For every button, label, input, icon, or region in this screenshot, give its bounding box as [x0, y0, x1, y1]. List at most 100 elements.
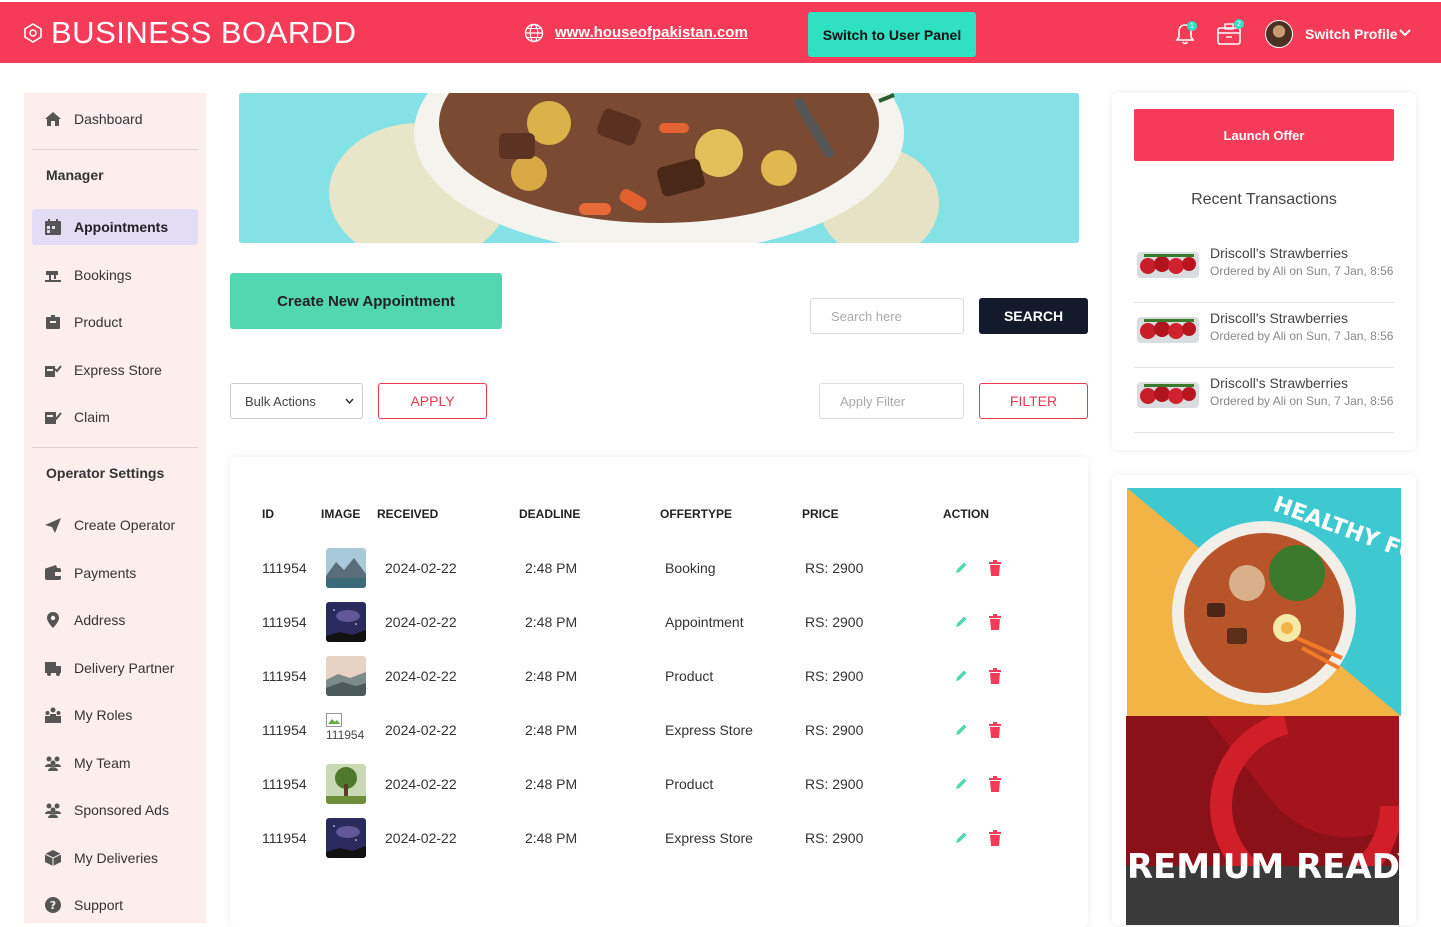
column-header-action: ACTION	[943, 507, 989, 521]
healthy-food-illustration: HEALTHY FOOD	[1127, 488, 1401, 716]
edit-button[interactable]	[954, 757, 968, 811]
sidebar-item-claim[interactable]: Claim	[32, 399, 198, 435]
cell-id: 111954	[262, 776, 307, 792]
sidebar-item-label: Dashboard	[74, 111, 143, 127]
sidebar-item-my-team[interactable]: My Team	[32, 745, 198, 781]
switch-profile-label[interactable]: Switch Profile	[1305, 26, 1398, 42]
transaction-meta: Ordered by Ali on Sun, 7 Jan, 8:56	[1210, 264, 1394, 278]
sidebar-item-label: Express Store	[74, 362, 162, 378]
transaction-name: Driscoll's Strawberries	[1210, 310, 1349, 326]
trash-icon	[989, 722, 1001, 738]
row-thumbnail	[326, 541, 366, 595]
sidebar-item-label: My Team	[74, 755, 131, 771]
avatar[interactable]	[1265, 20, 1293, 48]
sidebar-item-support[interactable]: ? Support	[32, 887, 198, 923]
website-link[interactable]: www.houseofpakistan.com	[555, 24, 748, 41]
cell-id: 111954	[262, 614, 307, 630]
trash-icon	[989, 776, 1001, 792]
misty-hills-thumbnail	[326, 656, 366, 696]
pencil-icon	[956, 670, 967, 681]
search-input[interactable]	[810, 298, 964, 334]
delete-button[interactable]	[988, 541, 1002, 595]
delete-button[interactable]	[988, 595, 1002, 649]
strawberries-thumbnail	[1137, 252, 1199, 278]
cell-offertype: Appointment	[665, 614, 744, 630]
appointments-table: ID IMAGE RECEIVED DEADLINE OFFERTYPE PRI…	[230, 457, 1088, 927]
delete-button[interactable]	[988, 703, 1002, 757]
bulk-actions-value: Bulk Actions	[245, 393, 316, 409]
cell-received: 2024-02-22	[385, 560, 457, 576]
create-new-appointment-button[interactable]: Create New Appointment	[230, 273, 502, 329]
brand-title: BUSINESS BOARDD	[51, 15, 357, 50]
pencil-icon	[956, 832, 967, 843]
sidebar-item-sponsored-ads[interactable]: Sponsored Ads	[32, 792, 198, 828]
cell-offertype: Product	[665, 668, 714, 684]
sidebar-item-bookings[interactable]: Bookings	[32, 257, 198, 293]
sidebar-item-address[interactable]: Address	[32, 602, 198, 638]
apply-button[interactable]: APPLY	[378, 383, 487, 419]
sidebar-item-create-operator[interactable]: Create Operator	[32, 507, 198, 543]
sidebar-heading-manager: Manager	[46, 167, 104, 183]
sidebar-heading-operator-settings: Operator Settings	[46, 465, 165, 481]
cell-deadline: 2:48 PM	[525, 830, 578, 846]
list-item[interactable]: Driscoll's Strawberries Ordered by Ali o…	[1134, 238, 1394, 303]
launch-offer-button[interactable]: Launch Offer	[1134, 109, 1394, 161]
globe-icon	[524, 23, 544, 43]
delete-button[interactable]	[988, 649, 1002, 703]
wallet-icon	[45, 565, 61, 580]
row-thumbnail	[326, 811, 366, 865]
edit-button[interactable]	[954, 595, 968, 649]
edit-button[interactable]	[954, 541, 968, 595]
pencil-icon	[956, 562, 967, 573]
transaction-meta: Ordered by Ali on Sun, 7 Jan, 8:56	[1210, 329, 1394, 343]
pencil-icon	[956, 616, 967, 627]
search-button[interactable]: SEARCH	[979, 298, 1088, 334]
edit-button[interactable]	[954, 811, 968, 865]
edit-button[interactable]	[954, 703, 968, 757]
broken-image: 111954	[326, 713, 368, 753]
cell-price: RS: 2900	[805, 668, 864, 684]
sidebar-item-my-deliveries[interactable]: My Deliveries	[32, 840, 198, 876]
sidebar-item-product[interactable]: Product	[32, 304, 198, 340]
logo-icon	[24, 23, 42, 43]
cell-deadline: 2:48 PM	[525, 668, 578, 684]
cell-price: RS: 2900	[805, 830, 864, 846]
sidebar-item-label: Product	[74, 314, 123, 330]
chevron-down-icon[interactable]	[1398, 28, 1412, 38]
delete-button[interactable]	[988, 811, 1002, 865]
cell-received: 2024-02-22	[385, 668, 457, 684]
cell-id: 111954	[262, 722, 307, 738]
cell-received: 2024-02-22	[385, 776, 457, 792]
sidebar-item-label: Delivery Partner	[74, 660, 175, 676]
sidebar-item-dashboard[interactable]: Dashboard	[32, 101, 198, 137]
sidebar-item-my-roles[interactable]: My Roles	[32, 697, 198, 733]
banner-image	[239, 93, 1079, 243]
transaction-meta: Ordered by Ali on Sun, 7 Jan, 8:56	[1210, 394, 1394, 408]
cell-offertype: Product	[665, 776, 714, 792]
table-row: 111954 2024-02-22 2:48 PM Express Store …	[230, 811, 1088, 865]
sidebar-item-delivery-partner[interactable]: Delivery Partner	[32, 650, 198, 686]
ad-premium-text: PREMIUM READY	[1126, 847, 1399, 887]
sidebar-item-appointments[interactable]: Appointments	[32, 209, 198, 245]
edit-button[interactable]	[954, 649, 968, 703]
premium-ready-ad[interactable]: PREMIUM READY	[1126, 716, 1399, 925]
messages-badge: 2	[1234, 19, 1244, 29]
delete-button[interactable]	[988, 757, 1002, 811]
recent-transactions-card: Launch Offer Recent Transactions Driscol…	[1112, 93, 1416, 450]
filter-button[interactable]: FILTER	[979, 383, 1088, 419]
strawberries-thumbnail	[1137, 382, 1199, 408]
paper-plane-icon	[45, 518, 61, 533]
sidebar-item-payments[interactable]: Payments	[32, 555, 198, 591]
switch-to-user-panel-button[interactable]: Switch to User Panel	[808, 12, 976, 57]
column-header-received: RECEIVED	[377, 507, 439, 521]
cell-received: 2024-02-22	[385, 614, 457, 630]
list-item[interactable]: Driscoll's Strawberries Ordered by Ali o…	[1134, 368, 1394, 433]
list-item[interactable]: Driscoll's Strawberries Ordered by Ali o…	[1134, 303, 1394, 368]
sidebar-item-label: Appointments	[74, 219, 169, 235]
apply-filter-input[interactable]	[819, 383, 964, 419]
bulk-actions-select[interactable]: Bulk Actions	[230, 383, 363, 419]
sidebar-item-express-store[interactable]: Express Store	[32, 352, 198, 388]
sidebar-item-label: Bookings	[74, 267, 132, 283]
cell-deadline: 2:48 PM	[525, 614, 578, 630]
healthy-food-ad[interactable]: HEALTHY FOOD	[1127, 488, 1401, 716]
